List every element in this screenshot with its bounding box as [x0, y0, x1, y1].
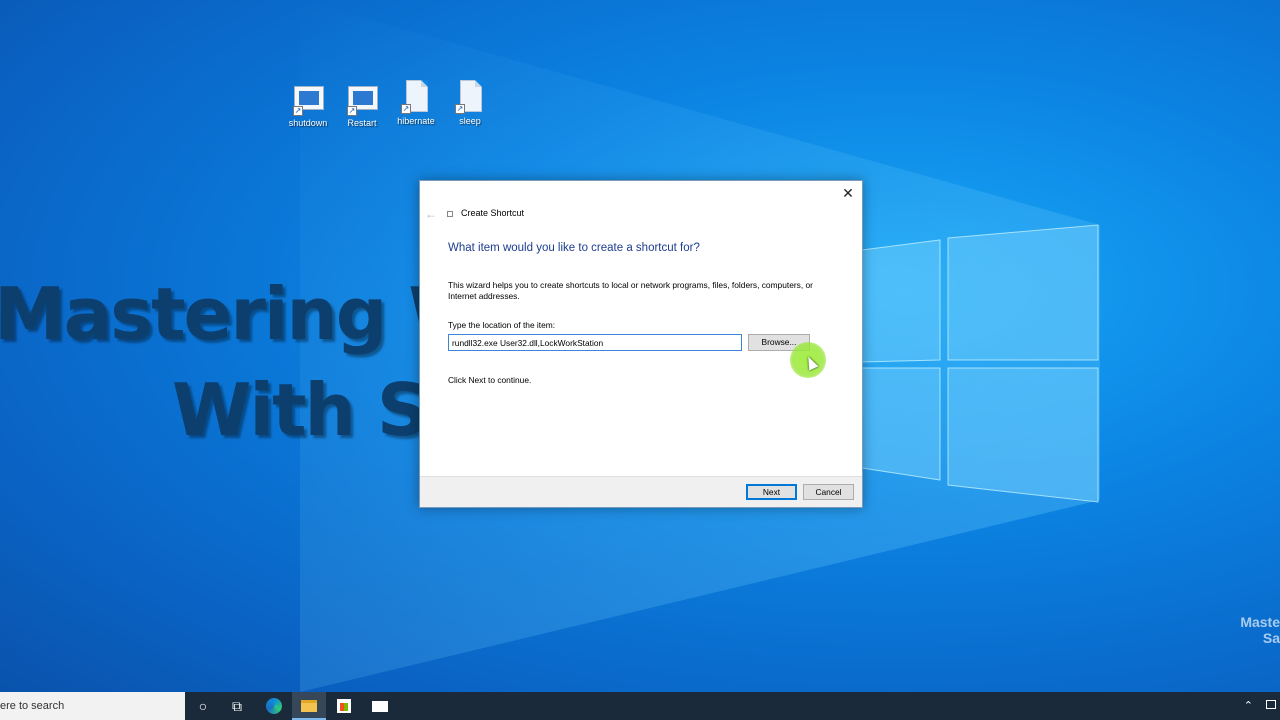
blank-file-icon: ↗ — [401, 80, 431, 114]
desktop-icon-label: Restart — [347, 118, 377, 128]
next-button[interactable]: Next — [746, 484, 797, 500]
notification-icon[interactable] — [1266, 700, 1276, 709]
desktop-icon-hibernate[interactable]: ↗ hibernate — [392, 80, 440, 126]
shortcut-file-icon: ↗ — [293, 82, 324, 116]
continue-hint: Click Next to continue. — [448, 375, 532, 385]
desktop-icon-label: sleep — [459, 116, 481, 126]
watermark-line1: Maste — [1240, 614, 1280, 630]
dialog-title: Create Shortcut — [461, 208, 525, 218]
watermark-line2: Sa — [1262, 630, 1280, 646]
taskbar-search-box[interactable]: ere to search — [0, 692, 185, 720]
shortcut-wizard-icon — [447, 211, 453, 217]
store-icon[interactable] — [327, 692, 361, 720]
shortcut-file-icon: ↗ — [347, 82, 378, 116]
tray-overflow-icon[interactable]: ⌃ — [1244, 700, 1253, 712]
desktop-icon-shutdown[interactable]: ↗ shutdown — [284, 82, 332, 128]
desktop-icon-label: shutdown — [288, 118, 328, 128]
taskbar: ere to search ○ ⧉ ⌃ — [0, 692, 1280, 720]
location-input[interactable] — [448, 334, 742, 351]
create-shortcut-dialog: ✕ ← Create Shortcut What item would you … — [419, 180, 863, 508]
mail-icon[interactable] — [363, 692, 397, 720]
edge-icon[interactable] — [257, 692, 291, 720]
wizard-description: This wizard helps you to create shortcut… — [448, 280, 813, 301]
dialog-footer: Next Cancel — [420, 476, 862, 507]
location-label: Type the location of the item: — [448, 320, 556, 330]
close-icon[interactable]: ✕ — [838, 183, 858, 203]
file-explorer-icon[interactable] — [292, 692, 326, 720]
desktop-icon-label: hibernate — [397, 116, 435, 126]
cortana-icon[interactable]: ○ — [186, 692, 220, 720]
watermark: Maste Sa — [1240, 614, 1280, 646]
desktop-icon-sleep[interactable]: ↗ sleep — [446, 80, 494, 126]
task-view-icon[interactable]: ⧉ — [220, 692, 254, 720]
back-arrow-icon[interactable]: ← — [425, 207, 437, 221]
system-tray: ⌃ — [1244, 692, 1280, 720]
desktop-icon-restart[interactable]: ↗ Restart — [338, 82, 386, 128]
cancel-button[interactable]: Cancel — [803, 484, 854, 500]
blank-file-icon: ↗ — [455, 80, 485, 114]
wizard-heading: What item would you like to create a sho… — [448, 242, 700, 254]
